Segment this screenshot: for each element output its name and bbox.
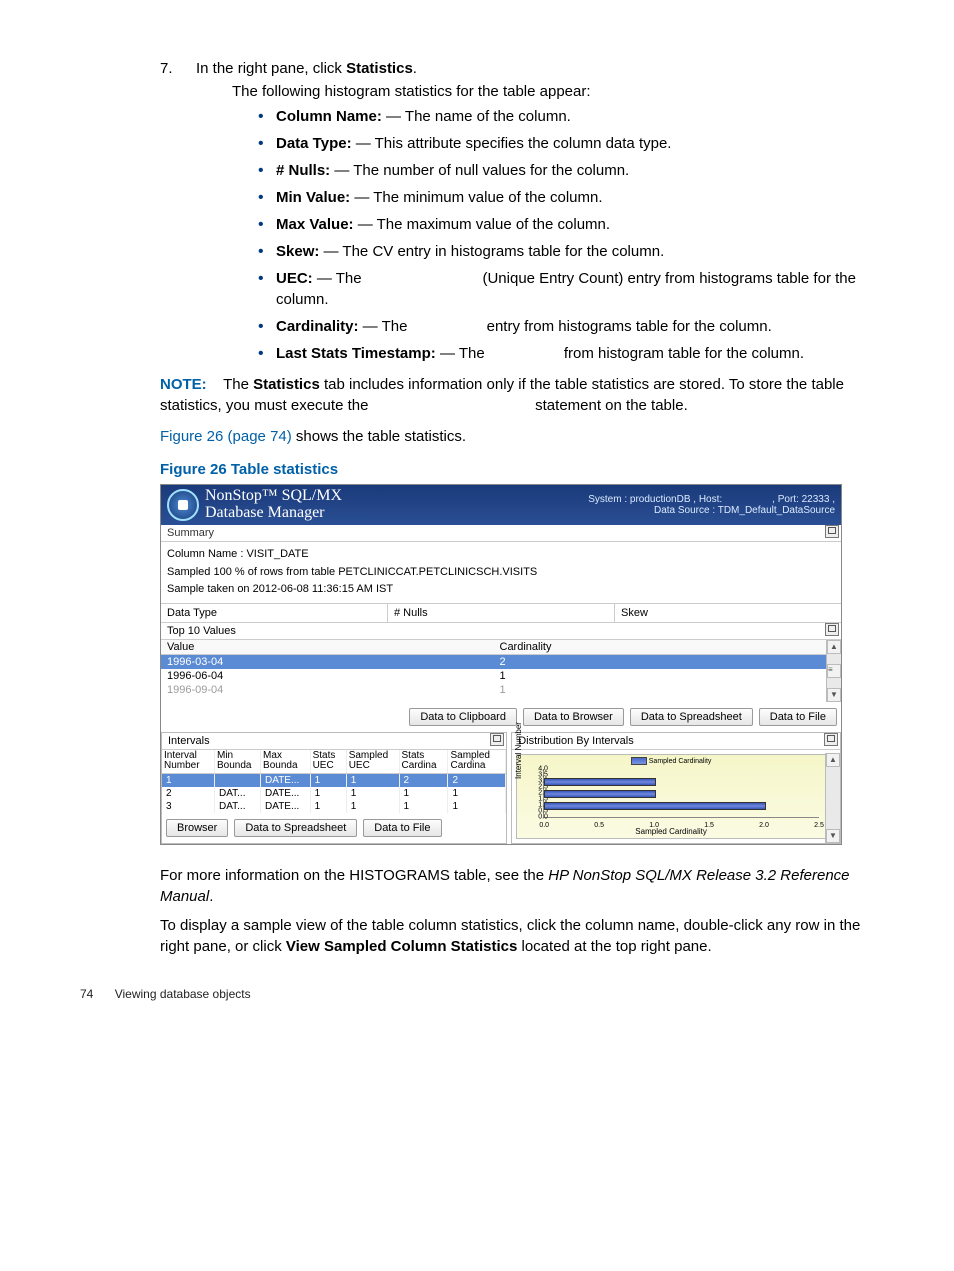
legend-swatch-icon: [631, 757, 647, 765]
chart-bar: [544, 790, 656, 798]
top10-table[interactable]: ValueCardinality 1996-03-042 1996-06-041…: [161, 640, 826, 697]
table-row[interactable]: 3DAT...DATE...1111: [162, 800, 506, 813]
chart-bar: [544, 778, 656, 786]
bullet-list: Column Name: — The name of the column. D…: [252, 106, 874, 364]
intervals-table[interactable]: Interval Number Min Bounda Max Bounda St…: [162, 750, 506, 813]
distribution-title: Distribution By Intervals: [512, 733, 840, 750]
page-footer: 74 Viewing database objects: [80, 987, 874, 1001]
intervals-spreadsheet-button[interactable]: Data to Spreadsheet: [234, 819, 357, 837]
app-logo-icon: [167, 489, 199, 521]
scrollbar[interactable]: ▲ ≡ ▼: [826, 640, 841, 702]
data-to-spreadsheet-button[interactable]: Data to Spreadsheet: [630, 708, 753, 726]
chart-bar: [544, 802, 766, 810]
summary-body: Column Name : VISIT_DATE Sampled 100 % o…: [161, 542, 841, 603]
chart-legend: Sampled Cardinality: [517, 755, 825, 765]
maximize-icon[interactable]: [824, 733, 838, 746]
maximize-icon[interactable]: [490, 733, 504, 746]
chart-ylabel: Interval Number: [514, 701, 523, 801]
table-row[interactable]: 1996-09-041: [161, 683, 826, 697]
table-row[interactable]: 1DATE...1122: [162, 773, 506, 787]
data-to-clipboard-button[interactable]: Data to Clipboard: [409, 708, 517, 726]
summary-columns: Data Type # Nulls Skew: [161, 603, 841, 623]
step-number: 7.: [160, 60, 173, 77]
intervals-browser-button[interactable]: Browser: [166, 819, 228, 837]
maximize-icon[interactable]: [825, 623, 839, 636]
figure-title: Figure 26 Table statistics: [160, 461, 874, 478]
scroll-down-icon[interactable]: ▼: [827, 688, 841, 702]
figure-screenshot: NonStop™ SQL/MX Database Manager System …: [160, 484, 842, 845]
intervals-title: Intervals: [162, 733, 506, 750]
table-row[interactable]: 2DAT...DATE...1111: [162, 787, 506, 800]
table-row[interactable]: 1996-03-042: [161, 654, 826, 669]
scroll-up-icon[interactable]: ▲: [826, 753, 840, 767]
figure-link[interactable]: Figure 26 (page 74): [160, 428, 292, 445]
maximize-icon[interactable]: [825, 525, 839, 538]
intervals-file-button[interactable]: Data to File: [363, 819, 441, 837]
data-to-file-button[interactable]: Data to File: [759, 708, 837, 726]
data-to-browser-button[interactable]: Data to Browser: [523, 708, 624, 726]
scroll-up-icon[interactable]: ▲: [827, 640, 841, 654]
table-row[interactable]: 1996-06-041: [161, 669, 826, 683]
step-text: In the right pane, click Statistics.: [196, 60, 417, 77]
note-block: NOTE: The Statistics tab includes inform…: [160, 374, 874, 416]
page-number: 74: [80, 987, 93, 1001]
top10-label: Top 10 Values: [161, 623, 841, 640]
step-followup: The following histogram statistics for t…: [232, 83, 874, 100]
header-status: System : productionDB , Host: , Port: 22…: [588, 494, 835, 516]
scroll-thumb[interactable]: ≡: [827, 664, 841, 678]
scroll-down-icon[interactable]: ▼: [826, 829, 840, 843]
chart-xlabel: Sampled Cardinality: [517, 827, 825, 836]
app-title: NonStop™ SQL/MX Database Manager: [205, 488, 342, 522]
scrollbar[interactable]: ▲ ▼: [825, 753, 840, 843]
figure-reference: Figure 26 (page 74) shows the table stat…: [160, 426, 874, 447]
summary-section-label: Summary: [161, 525, 841, 542]
app-header: NonStop™ SQL/MX Database Manager System …: [161, 485, 841, 525]
footer-section: Viewing database objects: [115, 987, 251, 1001]
post-text: For more information on the HISTOGRAMS t…: [160, 865, 874, 957]
distribution-chart: Sampled Cardinality Interval Number 0.00…: [516, 754, 826, 839]
